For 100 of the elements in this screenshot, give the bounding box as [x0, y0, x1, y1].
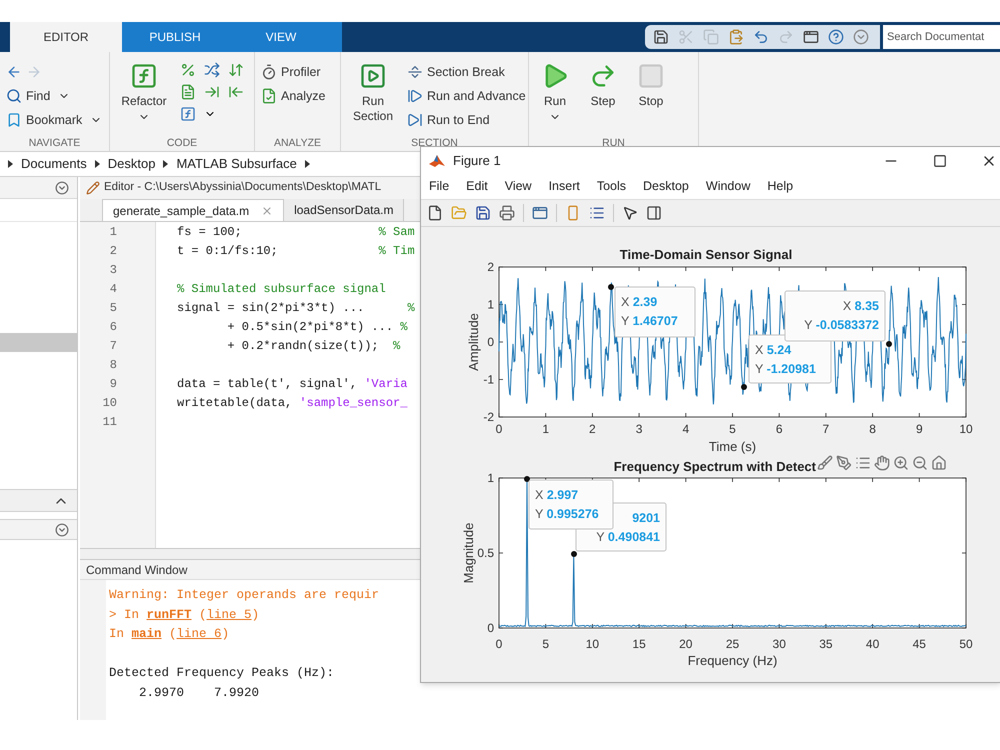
ribbon-button[interactable]: Analyze — [261, 84, 326, 108]
datatip-marker[interactable] — [741, 384, 747, 390]
paste-icon[interactable] — [728, 29, 744, 45]
stopwatch-icon[interactable] — [261, 64, 277, 80]
ribbon-button[interactable]: Run — [535, 58, 575, 123]
ribbon-button[interactable]: Refactor — [116, 58, 172, 123]
zoom-in-icon[interactable] — [893, 455, 909, 471]
file-tab[interactable]: loadSensorData.m — [284, 199, 404, 221]
ribbon-button[interactable]: Bookmark — [6, 108, 102, 132]
breadcrumb-arrow-icon — [8, 160, 13, 168]
maximize-icon[interactable] — [933, 154, 947, 168]
menu-item[interactable]: Edit — [466, 177, 488, 196]
check-document-icon[interactable] — [261, 88, 277, 104]
run-section-icon[interactable] — [359, 62, 387, 90]
menu-item[interactable]: Help — [767, 177, 794, 196]
ribbon-button[interactable]: Run Section — [347, 58, 400, 124]
warning-line: > In runFFT (line 5) — [109, 606, 260, 624]
file-tab[interactable]: generate_sample_data.m — [102, 199, 284, 221]
menu-item[interactable]: Tools — [596, 177, 626, 196]
menu-item[interactable]: Window — [706, 177, 750, 196]
new-file-icon[interactable] — [427, 204, 443, 221]
tick-label: 0 — [496, 637, 502, 651]
shuffle-icon[interactable] — [204, 62, 220, 78]
help-icon[interactable] — [828, 29, 844, 45]
datatip-marker[interactable] — [886, 341, 892, 347]
ribbon-tab[interactable]: VIEW — [228, 22, 334, 52]
tick-label: 3 — [636, 422, 642, 436]
sort-icon[interactable] — [228, 62, 244, 78]
tick-label: 9 — [916, 422, 923, 436]
document-icon[interactable] — [180, 84, 196, 100]
skip-forward-icon[interactable] — [407, 112, 424, 128]
ribbon-tab[interactable]: PUBLISH — [122, 22, 228, 52]
code-line: t = 0:1/fs:10; % Tim — [177, 243, 416, 260]
window-icon[interactable] — [803, 29, 819, 45]
search-field[interactable]: Search Documentat — [883, 25, 1000, 49]
panel-icon[interactable] — [646, 204, 662, 221]
menu-item[interactable]: Desktop — [643, 177, 689, 196]
search-icon[interactable] — [6, 88, 22, 104]
ribbon-button[interactable]: Section Break — [407, 60, 526, 84]
dropdown-icon[interactable] — [853, 29, 869, 45]
ribbon-button[interactable]: Profiler — [261, 60, 326, 84]
percent-icon[interactable] — [180, 62, 196, 78]
step-forward-icon[interactable] — [407, 88, 424, 104]
tick-label: 0.5 — [477, 546, 494, 560]
function-icon[interactable] — [130, 62, 158, 90]
pointer-icon[interactable] — [622, 204, 638, 221]
window-icon[interactable] — [532, 204, 548, 221]
code-line: + 0.5*sin(2*pi*8*t) ... % — [226, 319, 408, 336]
code-editor[interactable] — [80, 222, 422, 549]
menu-item[interactable]: File — [429, 177, 450, 196]
ribbon-button[interactable]: Step — [583, 58, 623, 109]
menu-item[interactable]: Insert — [548, 177, 580, 196]
list-icon[interactable] — [855, 455, 871, 471]
tick-label: 10 — [586, 637, 600, 651]
undo-icon[interactable] — [753, 29, 769, 45]
code-line: data = table(t', signal', 'Varia — [177, 376, 408, 393]
legend-icon[interactable] — [589, 204, 605, 221]
bookmark-icon[interactable] — [6, 112, 22, 128]
breadcrumb-item[interactable]: Documents — [21, 154, 87, 174]
section-break-icon[interactable] — [407, 64, 424, 80]
hand-icon[interactable] — [874, 455, 890, 471]
brush-icon[interactable] — [817, 455, 833, 471]
ribbon-tab[interactable]: EDITOR — [10, 22, 122, 52]
tick-label: -1 — [483, 372, 494, 386]
zoom-out-icon[interactable] — [912, 455, 928, 471]
line-number: 3 — [108, 262, 118, 279]
tick-label: 0 — [496, 422, 502, 436]
breadcrumb-item[interactable]: Desktop — [108, 154, 156, 174]
datatip-marker[interactable] — [608, 284, 614, 290]
dropdown-icon[interactable] — [55, 522, 69, 536]
breadcrumb-arrow-icon — [163, 160, 168, 168]
home-icon[interactable] — [931, 455, 947, 471]
axis-label: Frequency (Hz) — [688, 653, 778, 668]
pen-icon[interactable] — [836, 455, 852, 471]
breadcrumb-arrow-icon — [304, 160, 310, 168]
ribbon-button[interactable]: Run to End — [407, 108, 526, 132]
tick-label: 8 — [869, 422, 876, 436]
line-number: 4 — [108, 281, 118, 298]
breadcrumb-item[interactable]: MATLAB Subsurface — [176, 154, 297, 174]
save-icon[interactable] — [475, 204, 491, 221]
dropdown-icon[interactable] — [55, 180, 69, 194]
datatip-marker[interactable] — [524, 476, 530, 482]
tick-label: 30 — [772, 637, 786, 651]
tick-label: 6 — [776, 422, 783, 436]
tick-label: 0 — [487, 335, 494, 349]
tick-label: 35 — [819, 637, 833, 651]
ribbon-button[interactable]: Find — [6, 84, 102, 108]
datatip: X 5.24 Y -1.20981 — [748, 334, 832, 384]
datatip-marker[interactable] — [571, 551, 577, 557]
tick-label: 5 — [729, 422, 736, 436]
indent-icon[interactable] — [204, 84, 220, 100]
section-label: RUN — [601, 136, 626, 151]
outdent-icon[interactable] — [228, 84, 244, 100]
save-icon[interactable] — [653, 29, 669, 45]
tick-label: 0 — [487, 621, 494, 635]
menu-item[interactable]: View — [504, 177, 532, 196]
ribbon-button[interactable]: Run and Advance — [407, 84, 526, 108]
section-label: SECTION — [410, 136, 459, 151]
function-icon[interactable] — [180, 106, 196, 122]
printer-icon[interactable] — [499, 204, 515, 221]
